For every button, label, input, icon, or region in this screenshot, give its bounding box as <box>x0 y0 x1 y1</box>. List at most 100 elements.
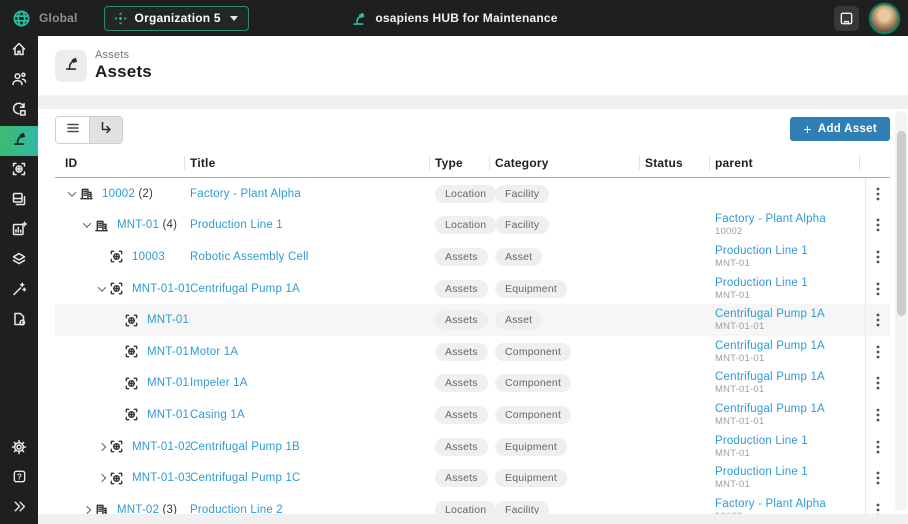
parent-link[interactable]: Production Line 1 <box>715 466 808 479</box>
asset-id-link[interactable]: 10002 <box>102 188 135 200</box>
sidebar-item-documents[interactable] <box>0 306 38 336</box>
column-header-status[interactable]: Status <box>645 148 715 177</box>
assets-table: ID Title Type Category Status parent 100… <box>38 148 908 514</box>
table-row[interactable]: MNT-02 (3) Production Line 2 Location Fa… <box>55 493 890 514</box>
table-row[interactable]: 10003 Robotic Assembly Cell Assets Asset… <box>55 241 890 273</box>
sidebar-item-settings[interactable] <box>0 434 38 464</box>
expand-toggle[interactable] <box>80 219 94 229</box>
asset-id-link[interactable]: MNT-01-01 <box>132 283 190 295</box>
type-badge: Assets <box>435 405 488 424</box>
global-scope-button[interactable] <box>12 9 31 28</box>
sidebar-item-expand[interactable] <box>0 494 38 524</box>
table-row[interactable]: MNT-01-01 Centrifugal Pump 1A Assets Equ… <box>55 272 890 305</box>
row-menu-button[interactable] <box>876 312 880 328</box>
table-row[interactable]: MNT-01- Assets Asset Centrifugal Pump 1A… <box>55 304 890 336</box>
parent-id: MNT-01-01 <box>715 321 765 333</box>
asset-id-link[interactable]: MNT-02 <box>117 504 159 514</box>
status-cell <box>645 462 715 494</box>
sidebar-item-help[interactable]: ? <box>0 464 38 494</box>
sidebar-item-layers[interactable] <box>0 246 38 276</box>
parent-link[interactable]: Production Line 1 <box>715 435 808 448</box>
expand-toggle[interactable] <box>65 188 79 197</box>
row-menu-button[interactable] <box>876 375 880 391</box>
chevron-down-icon <box>229 15 238 21</box>
table-row[interactable]: MNT-01-02 Centrifugal Pump 1B Assets Equ… <box>55 430 890 463</box>
parent-link[interactable]: Centrifugal Pump 1A <box>715 340 825 353</box>
list-view-button[interactable] <box>56 117 89 143</box>
asset-id-link[interactable]: 10003 <box>132 251 165 263</box>
asset-id-link[interactable]: MNT-01- <box>147 314 190 326</box>
sidebar-item-automation[interactable] <box>0 276 38 306</box>
sidebar-item-workspaces[interactable] <box>0 186 38 216</box>
row-menu-button[interactable] <box>876 502 880 514</box>
asset-id-link[interactable]: MNT-01- <box>147 409 190 421</box>
table-row[interactable]: 10002 (2) Factory - Plant Alpha Location… <box>55 178 890 210</box>
asset-id-link[interactable]: MNT-01-03 <box>132 472 190 484</box>
row-menu-button[interactable] <box>876 249 880 265</box>
row-menu-button[interactable] <box>876 281 880 297</box>
user-avatar[interactable] <box>871 4 898 32</box>
expand-toggle[interactable] <box>80 505 94 514</box>
table-row[interactable]: MNT-01-03 Centrifugal Pump 1C Assets Equ… <box>55 462 890 494</box>
type-badge: Assets <box>435 247 488 266</box>
asset-title-link[interactable]: Robotic Assembly Cell <box>190 251 309 263</box>
vertical-scrollbar-thumb[interactable] <box>896 131 906 316</box>
asset-title-link[interactable]: Production Line 2 <box>190 504 283 514</box>
parent-link[interactable]: Centrifugal Pump 1A <box>715 403 825 416</box>
category-badge: Component <box>495 374 572 393</box>
row-menu-button[interactable] <box>876 186 880 202</box>
asset-title-link[interactable]: Casing 1A <box>190 409 245 421</box>
asset-title-link[interactable]: Impeler 1A <box>190 377 248 389</box>
column-header-category[interactable]: Category <box>495 148 645 177</box>
sidebar-item-operations[interactable] <box>0 156 38 186</box>
asset-id-link[interactable]: MNT-01- <box>147 346 190 358</box>
sidebar-item-team[interactable] <box>0 66 38 96</box>
home-icon <box>11 41 27 62</box>
asset-id-link[interactable]: MNT-01-02 <box>132 441 190 453</box>
expand-toggle[interactable] <box>95 282 109 292</box>
asset-id-link[interactable]: MNT-01- <box>147 377 190 389</box>
asset-title-link[interactable]: Centrifugal Pump 1B <box>190 441 300 453</box>
parent-link[interactable]: Factory - Plant Alpha <box>715 498 826 511</box>
sync-icon <box>11 101 27 122</box>
sidebar-item-home[interactable] <box>0 36 38 66</box>
row-menu-button[interactable] <box>876 439 880 455</box>
asset-title-link[interactable]: Production Line 1 <box>190 219 283 231</box>
organization-selector[interactable]: Organization 5 <box>103 5 249 31</box>
row-menu-button[interactable] <box>876 217 880 233</box>
column-header-type[interactable]: Type <box>435 148 495 177</box>
expand-toggle[interactable] <box>95 473 109 483</box>
table-row[interactable]: MNT-01- Casing 1A Assets Component Centr… <box>55 399 890 431</box>
parent-link[interactable]: Centrifugal Pump 1A <box>715 371 825 384</box>
layers-icon <box>11 251 27 272</box>
table-row[interactable]: MNT-01 (4) Production Line 1 Location Fa… <box>55 209 890 242</box>
category-badge: Equipment <box>495 469 567 488</box>
column-header-parent[interactable]: parent <box>715 148 865 177</box>
table-row[interactable]: MNT-01- Impeler 1A Assets Component Cent… <box>55 367 890 400</box>
parent-link[interactable]: Centrifugal Pump 1A <box>715 308 825 321</box>
column-header-id[interactable]: ID <box>55 148 190 177</box>
row-menu-button[interactable] <box>876 344 880 360</box>
table-row[interactable]: MNT-01- Motor 1A Assets Component Centri… <box>55 335 890 368</box>
device-mode-button[interactable] <box>834 5 859 31</box>
asset-title-link[interactable]: Factory - Plant Alpha <box>190 188 301 200</box>
parent-link[interactable]: Production Line 1 <box>715 277 808 290</box>
sidebar-item-reports[interactable] <box>0 216 38 246</box>
asset-title-link[interactable]: Motor 1A <box>190 346 238 358</box>
row-menu-button[interactable] <box>876 407 880 423</box>
asset-title-link[interactable]: Centrifugal Pump 1C <box>190 472 301 484</box>
add-asset-button[interactable]: + Add Asset <box>790 117 890 141</box>
parent-link[interactable]: Production Line 1 <box>715 245 808 258</box>
category-badge: Asset <box>495 311 543 330</box>
row-menu-button[interactable] <box>876 470 880 486</box>
asset-id-link[interactable]: MNT-01 <box>117 219 159 231</box>
asset-icon <box>124 344 144 359</box>
parent-link[interactable]: Factory - Plant Alpha <box>715 213 826 226</box>
tree-view-button[interactable] <box>89 117 122 143</box>
column-header-title[interactable]: Title <box>190 148 435 177</box>
vertical-scrollbar-track[interactable] <box>895 111 907 511</box>
asset-title-link[interactable]: Centrifugal Pump 1A <box>190 283 300 295</box>
sidebar-item-assets[interactable] <box>0 126 38 156</box>
expand-toggle[interactable] <box>95 442 109 451</box>
sidebar-item-sync[interactable] <box>0 96 38 126</box>
